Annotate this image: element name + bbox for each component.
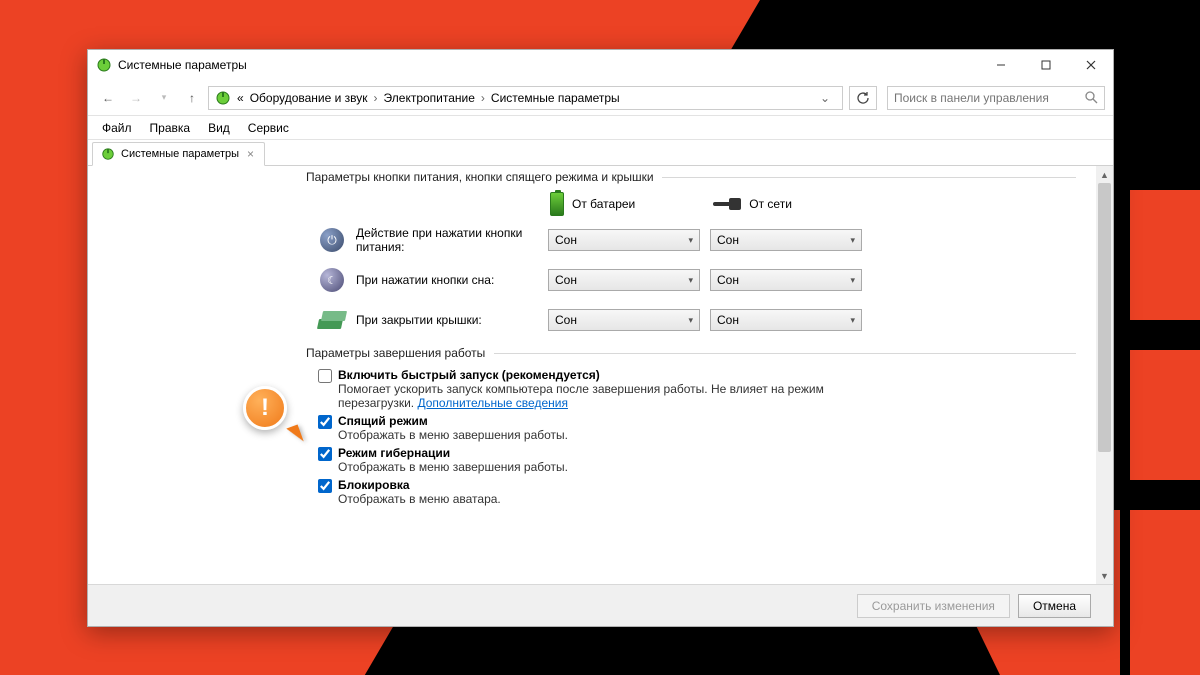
maximize-button[interactable]: [1023, 50, 1068, 80]
row-sleep-button: При нажатии кнопки сна: Сон▾ Сон▾: [306, 266, 1096, 294]
row-lid-close: При закрытии крышки: Сон▾ Сон▾: [306, 306, 1096, 334]
navbar: ← → ▾ ↑ « Оборудование и звук › Электроп…: [88, 80, 1113, 116]
select-sleep-battery[interactable]: Сон▾: [548, 269, 700, 291]
option-desc: Отображать в меню аватара.: [338, 492, 878, 506]
checkbox-hibernate[interactable]: [318, 447, 332, 461]
breadcrumb-item[interactable]: Оборудование и звук: [250, 91, 368, 105]
row-label: При нажатии кнопки сна:: [356, 273, 538, 287]
checkbox-fast-startup[interactable]: [318, 369, 332, 383]
select-power-plugged[interactable]: Сон▾: [710, 229, 862, 251]
option-desc: Отображать в меню завершения работы.: [338, 460, 878, 474]
chevron-right-icon: ›: [374, 91, 378, 105]
cancel-button[interactable]: Отмена: [1018, 594, 1091, 618]
menubar: Файл Правка Вид Сервис: [88, 116, 1113, 140]
search-box[interactable]: [887, 86, 1105, 110]
chevron-down-icon: ▾: [850, 275, 855, 286]
option-fast-startup: Включить быстрый запуск (рекомендуется) …: [318, 368, 878, 410]
column-battery: От батареи: [550, 192, 635, 216]
app-icon: [96, 57, 112, 73]
tabbar: Системные параметры ×: [88, 140, 1113, 166]
checkbox-sleep[interactable]: [318, 415, 332, 429]
address-icon: [215, 90, 231, 106]
breadcrumb-item[interactable]: Электропитание: [384, 91, 475, 105]
tab-icon: [101, 147, 115, 161]
plug-icon: [713, 197, 741, 211]
section-power-buttons-title: Параметры кнопки питания, кнопки спящего…: [306, 170, 1096, 184]
search-icon: [1085, 91, 1098, 104]
chevron-right-icon: ›: [481, 91, 485, 105]
row-power-button: Действие при нажатии кнопки питания: Сон…: [306, 226, 1096, 254]
breadcrumb-prefix: «: [237, 91, 244, 105]
option-sleep: Спящий режим Отображать в меню завершени…: [318, 414, 878, 442]
option-desc: Помогает ускорить запуск компьютера посл…: [338, 382, 878, 410]
menu-view[interactable]: Вид: [200, 119, 238, 137]
select-power-battery[interactable]: Сон▾: [548, 229, 700, 251]
breadcrumb-item[interactable]: Системные параметры: [491, 91, 620, 105]
option-title: Блокировка: [338, 478, 878, 492]
option-lock: Блокировка Отображать в меню аватара.: [318, 478, 878, 506]
more-info-link[interactable]: Дополнительные сведения: [417, 396, 567, 410]
section-shutdown-title: Параметры завершения работы: [306, 346, 1096, 360]
power-button-icon: [320, 228, 344, 252]
scroll-track[interactable]: [1096, 183, 1113, 567]
option-hibernate: Режим гибернации Отображать в меню завер…: [318, 446, 878, 474]
scroll-up-button[interactable]: ▲: [1096, 166, 1113, 183]
titlebar: Системные параметры: [88, 50, 1113, 80]
option-title: Режим гибернации: [338, 446, 878, 460]
row-label: Действие при нажатии кнопки питания:: [356, 226, 538, 254]
chevron-down-icon: ▾: [688, 235, 693, 246]
address-dropdown[interactable]: ⌄: [814, 91, 836, 105]
select-lid-battery[interactable]: Сон▾: [548, 309, 700, 331]
battery-icon: [550, 192, 564, 216]
search-input[interactable]: [894, 91, 1085, 105]
back-button[interactable]: ←: [96, 86, 120, 110]
tab-system-settings[interactable]: Системные параметры ×: [92, 142, 265, 166]
menu-edit[interactable]: Правка: [142, 119, 199, 137]
chevron-down-icon: ▾: [850, 315, 855, 326]
sleep-button-icon: [320, 268, 344, 292]
minimize-button[interactable]: [978, 50, 1023, 80]
recent-dropdown[interactable]: ▾: [152, 86, 176, 110]
scrollbar-vertical[interactable]: ▲ ▼: [1096, 166, 1113, 584]
content-area: Параметры кнопки питания, кнопки спящего…: [88, 166, 1113, 626]
column-plugged: От сети: [713, 197, 792, 211]
scroll-down-button[interactable]: ▼: [1096, 567, 1113, 584]
tab-close-button[interactable]: ×: [245, 147, 256, 161]
row-label: При закрытии крышки:: [356, 313, 538, 327]
chevron-down-icon: ▾: [688, 275, 693, 286]
scroll-thumb[interactable]: [1098, 183, 1111, 452]
lid-close-icon: [318, 311, 346, 329]
window-title: Системные параметры: [118, 58, 247, 72]
chevron-down-icon: ▾: [850, 235, 855, 246]
select-sleep-plugged[interactable]: Сон▾: [710, 269, 862, 291]
close-button[interactable]: [1068, 50, 1113, 80]
save-button[interactable]: Сохранить изменения: [857, 594, 1010, 618]
tab-label: Системные параметры: [121, 148, 239, 160]
checkbox-lock[interactable]: [318, 479, 332, 493]
up-button[interactable]: ↑: [180, 86, 204, 110]
forward-button[interactable]: →: [124, 86, 148, 110]
chevron-down-icon: ▾: [688, 315, 693, 326]
address-bar[interactable]: « Оборудование и звук › Электропитание ›…: [208, 86, 843, 110]
menu-service[interactable]: Сервис: [240, 119, 297, 137]
option-title: Спящий режим: [338, 414, 878, 428]
refresh-button[interactable]: [849, 86, 877, 110]
option-desc: Отображать в меню завершения работы.: [338, 428, 878, 442]
option-title: Включить быстрый запуск (рекомендуется): [338, 368, 878, 382]
select-lid-plugged[interactable]: Сон▾: [710, 309, 862, 331]
window: Системные параметры ← → ▾ ↑ « Оборудован…: [87, 49, 1114, 627]
footer: Сохранить изменения Отмена: [88, 584, 1113, 626]
menu-file[interactable]: Файл: [94, 119, 140, 137]
